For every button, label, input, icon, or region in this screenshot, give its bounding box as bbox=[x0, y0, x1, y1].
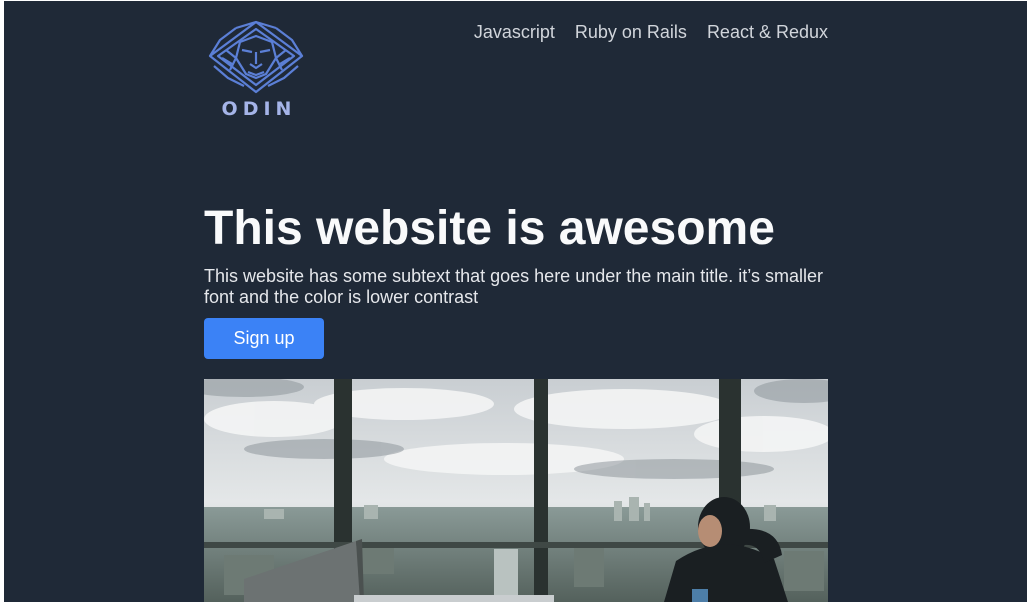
hero-title: This website is awesome bbox=[204, 202, 775, 255]
nav-link-javascript[interactable]: Javascript bbox=[474, 21, 555, 43]
nav-link-react-redux[interactable]: React & Redux bbox=[707, 21, 828, 43]
sign-up-button[interactable]: Sign up bbox=[204, 318, 324, 359]
nav-link-ruby-on-rails[interactable]: Ruby on Rails bbox=[575, 21, 687, 43]
hero-subtitle: This website has some subtext that goes … bbox=[204, 266, 823, 307]
office-window-photo bbox=[204, 379, 828, 602]
page: ODIN Javascript Ruby on Rails React & Re… bbox=[4, 1, 1027, 602]
brand-name: ODIN bbox=[221, 98, 297, 120]
odin-logo[interactable]: ODIN bbox=[206, 20, 306, 122]
lion-head-icon bbox=[208, 20, 304, 94]
hero-image bbox=[204, 379, 828, 602]
top-nav: Javascript Ruby on Rails React & Redux bbox=[474, 21, 828, 43]
